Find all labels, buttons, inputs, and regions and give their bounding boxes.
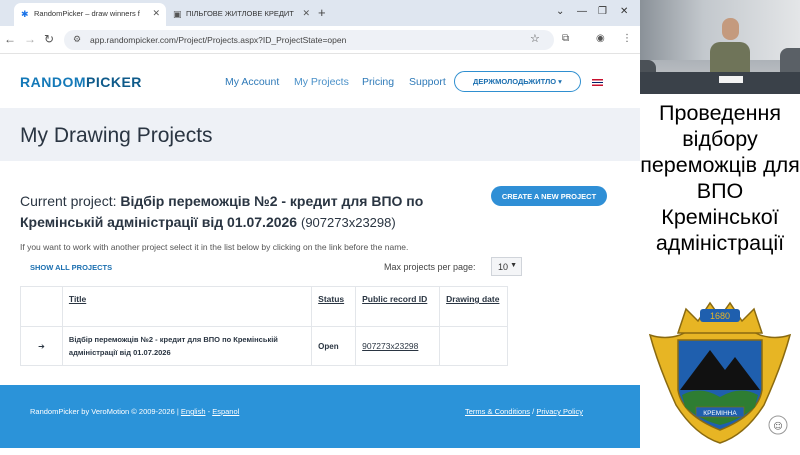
current-project-heading: Current project: Відбір переможців №2 - … [20, 191, 470, 233]
broadcast-side-panel: Проведення відбору переможців для ВПО Кр… [640, 0, 800, 455]
close-window-button[interactable]: ✕ [620, 6, 628, 17]
header-drawing-date[interactable]: Drawing date [439, 286, 508, 327]
footer-left: RandomPicker by VeroMotion © 2009-2026 |… [30, 407, 239, 416]
tab-label: RandomPicker – draw winners f [34, 9, 140, 18]
tab-bar: ✱ RandomPicker – draw winners f ✕ ▣ ПІЛЬ… [0, 0, 640, 26]
organization-dropdown[interactable]: ДЕРЖМОЛОДЬЖИТЛО ▾ [454, 71, 581, 92]
address-bar-row: ← → ↻ ⚙ app.randompicker.com/Project/Pro… [0, 26, 640, 54]
tab-search-icon[interactable]: ⌄ [556, 6, 564, 17]
page-title: My Drawing Projects [20, 124, 213, 147]
url-text: app.randompicker.com/Project/Projects.as… [90, 35, 347, 45]
table-row: ➔ Відбір переможців №2 - кредит для ВПО … [20, 326, 508, 366]
footer-english-link[interactable]: English [181, 407, 206, 416]
max-per-page-label: Max projects per page: [384, 262, 476, 272]
project-title-cell: Відбір переможців №2 - кредит для ВПО по… [61, 326, 313, 366]
broadcast-caption: Проведення відбору переможців для ВПО Кр… [640, 101, 800, 255]
browser-window: ✱ RandomPicker – draw winners f ✕ ▣ ПІЛЬ… [0, 0, 640, 455]
current-project-id: (907273x23298) [301, 215, 396, 230]
forward-icon[interactable]: → [24, 32, 36, 46]
site-footer: RandomPicker by VeroMotion © 2009-2026 |… [0, 385, 640, 448]
project-drawing-date-cell [439, 326, 508, 366]
create-new-project-button[interactable]: CREATE A NEW PROJECT [491, 186, 607, 206]
emblem-year: 1680 [710, 311, 730, 321]
nav-my-projects[interactable]: My Projects [294, 76, 349, 88]
url-field[interactable]: ⚙ app.randompicker.com/Project/Projects.… [64, 30, 554, 50]
header-record-id[interactable]: Public record ID [355, 286, 441, 327]
emblem-banner-text: КРЕМІННА [703, 410, 737, 417]
site-header: RANDOMPICKER My Account My Projects Pric… [0, 54, 640, 108]
randompicker-favicon-icon: ✱ [21, 9, 29, 19]
svg-text:☺: ☺ [773, 421, 782, 432]
nav-support[interactable]: Support [409, 76, 446, 88]
current-project-label: Current project: [20, 193, 117, 209]
reload-icon[interactable]: ↻ [44, 32, 54, 46]
footer-terms-link[interactable]: Terms & Conditions [465, 407, 530, 416]
footer-lang-separator: - [207, 407, 211, 416]
max-per-page-select[interactable]: 10 ▼ [491, 257, 522, 276]
tab-randompicker[interactable]: ✱ RandomPicker – draw winners f ✕ [14, 3, 166, 26]
extensions-icon[interactable]: ⧉ [562, 33, 569, 44]
select-project-arrow-icon[interactable]: ➔ [20, 326, 63, 366]
footer-privacy-link[interactable]: Privacy Policy [536, 407, 583, 416]
chevron-down-icon: ▼ [510, 262, 517, 269]
footer-right: Terms & Conditions / Privacy Policy [465, 407, 583, 416]
max-per-page-value: 10 [498, 262, 509, 272]
project-status-cell: Open [311, 326, 357, 366]
help-text: If you want to work with another project… [20, 242, 409, 252]
footer-copyright: RandomPicker by VeroMotion © 2009-2026 | [30, 407, 179, 416]
footer-espanol-link[interactable]: Espanol [212, 407, 239, 416]
header-title[interactable]: Title [61, 286, 313, 327]
footer-separator: / [532, 407, 535, 416]
new-tab-button[interactable]: + [318, 5, 326, 20]
page-title-band: My Drawing Projects [0, 108, 640, 161]
chevron-down-icon: ▾ [558, 77, 562, 86]
page-favicon-icon: ▣ [173, 9, 182, 19]
show-all-projects-link[interactable]: SHOW ALL PROJECTS [30, 263, 112, 272]
language-flag-icon[interactable] [592, 79, 603, 86]
tab-label: ПІЛЬГОВЕ ЖИТЛОВЕ КРЕДИТ [186, 9, 294, 18]
kreminna-coat-of-arms-icon: 1680 КРЕМІННА ☺ [648, 301, 792, 444]
menu-icon[interactable]: ⋮ [622, 33, 632, 44]
nav-pricing[interactable]: Pricing [362, 76, 394, 88]
tab-pilgove[interactable]: ▣ ПІЛЬГОВЕ ЖИТЛОВЕ КРЕДИТ ✕ [166, 3, 316, 26]
video-feed [640, 0, 800, 94]
close-tab-icon[interactable]: ✕ [302, 8, 310, 19]
header-status[interactable]: Status [311, 286, 357, 327]
nav-my-account[interactable]: My Account [225, 76, 279, 88]
close-tab-icon[interactable]: ✕ [152, 8, 160, 19]
minimize-button[interactable]: — [577, 6, 587, 17]
header-select [20, 286, 63, 327]
site-info-icon[interactable]: ⚙ [73, 34, 81, 45]
profile-icon[interactable]: ◉ [596, 33, 605, 44]
maximize-button[interactable]: ❐ [598, 6, 607, 17]
projects-table: Title Status Public record ID Drawing da… [20, 286, 508, 366]
table-header-row: Title Status Public record ID Drawing da… [20, 286, 508, 327]
back-icon[interactable]: ← [4, 32, 16, 46]
bookmark-star-icon[interactable]: ☆ [530, 32, 540, 45]
project-record-id-link[interactable]: 907273x23298 [355, 326, 441, 366]
randompicker-logo[interactable]: RANDOMPICKER [20, 74, 142, 90]
